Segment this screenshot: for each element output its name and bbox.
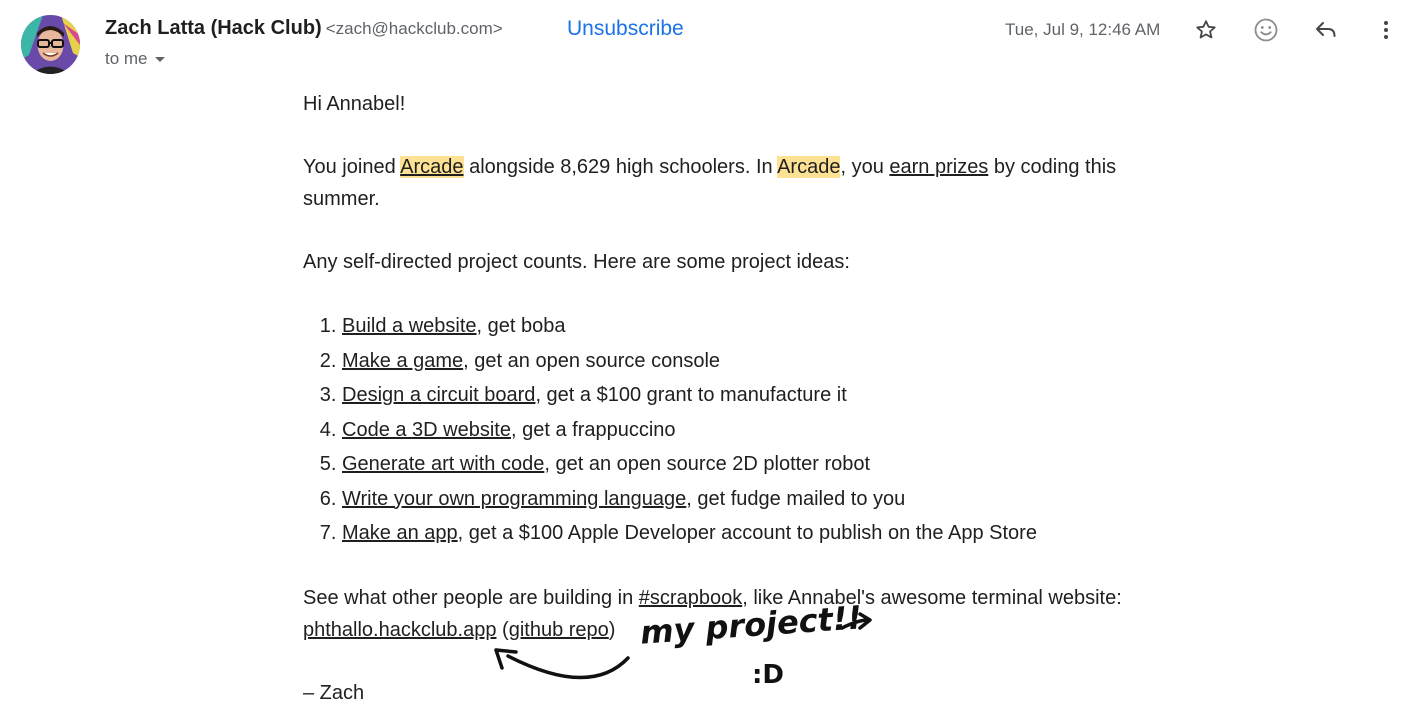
idea-reward: , get an open source console [463,349,721,372]
list-item: Build a website, get boba [342,309,1183,344]
sender-avatar[interactable] [21,15,80,74]
recipient-label: to me [105,49,148,68]
idea-reward: , get a $100 Apple Developer account to … [457,522,1037,544]
intro-text: , you [840,156,890,178]
list-item: Make a game, get an open source console [342,344,1183,379]
idea-link-circuit-board[interactable]: Design a circuit board [342,384,535,406]
scrapbook-text: See what other people are building in [303,586,639,609]
reply-button[interactable] [1309,13,1343,47]
caret-down-icon [154,56,165,62]
message-body: Hi Annabel! You joined Arcade alongside … [303,88,1183,720]
ideas-intro: Any self-directed project counts. Here a… [303,251,850,273]
unsubscribe-link[interactable]: Unsubscribe [567,17,684,41]
idea-link-3d-website[interactable]: Code a 3D website [342,419,511,441]
intro-paragraph: You joined Arcade alongside 8,629 high s… [303,151,1183,215]
idea-reward: , get a $100 grant to manufacture it [535,384,847,406]
idea-reward: , get a frappuccino [510,418,676,441]
scrapbook-text: , like Annabel's awesome terminal websit… [742,586,1122,609]
project-ideas-list: Build a website, get boba Make a game, g… [303,309,1183,551]
intro-text: alongside 8,629 high schoolers. In [463,156,778,178]
recipient-details-toggle[interactable]: to me [105,49,165,69]
message-date: Tue, Jul 9, 12:46 AM [1005,20,1161,39]
sender-line: Zach Latta (Hack Club) <zach@hackclub.com… [105,17,503,40]
idea-link-generative-art[interactable]: Generate art with code [342,453,544,475]
list-item: Code a 3D website, get a frappuccino [342,413,1183,448]
site-link[interactable]: phthallo.hackclub.app [303,619,496,641]
add-reaction-button[interactable] [1249,13,1283,47]
list-item: Generate art with code, get an open sour… [342,447,1183,482]
idea-link-app[interactable]: Make an app [342,522,458,544]
list-item: Write your own programming language, get… [342,482,1183,517]
scrapbook-link[interactable]: #scrapbook [639,587,742,609]
star-button[interactable] [1189,13,1223,47]
scrapbook-text: ( [496,618,509,641]
sender-name[interactable]: Zach Latta (Hack Club) [105,17,322,39]
message-header: Zach Latta (Hack Club) <zach@hackclub.com… [0,0,1413,90]
idea-link-programming-language[interactable]: Write your own programming language [342,488,686,510]
star-icon [1196,20,1216,39]
list-item: Design a circuit board, get a $100 grant… [342,378,1183,413]
greeting: Hi Annabel! [303,93,406,115]
scrapbook-paragraph: See what other people are building in #s… [303,582,1183,646]
intro-text: You joined [303,156,401,178]
arcade-link[interactable]: Arcade [400,156,464,178]
list-item: Make an app, get a $100 Apple Developer … [342,516,1183,551]
github-repo-link[interactable]: github repo [509,619,609,641]
reply-icon [1316,22,1336,37]
more-vert-icon [1384,21,1388,39]
sender-email: <zach@hackclub.com> [325,19,503,38]
idea-reward: , get boba [476,315,566,337]
scrapbook-text: ) [608,618,616,641]
idea-reward: , get an open source 2D plotter robot [544,453,871,475]
arcade-highlight: Arcade [777,156,841,178]
idea-reward: , get fudge mailed to you [686,487,906,510]
earn-prizes-link[interactable]: earn prizes [889,156,988,178]
more-options-button[interactable] [1369,13,1403,47]
signoff: – Zach [303,681,365,704]
emoji-icon [1254,18,1278,42]
idea-link-website[interactable]: Build a website [342,315,477,337]
idea-link-game[interactable]: Make a game [342,350,463,372]
